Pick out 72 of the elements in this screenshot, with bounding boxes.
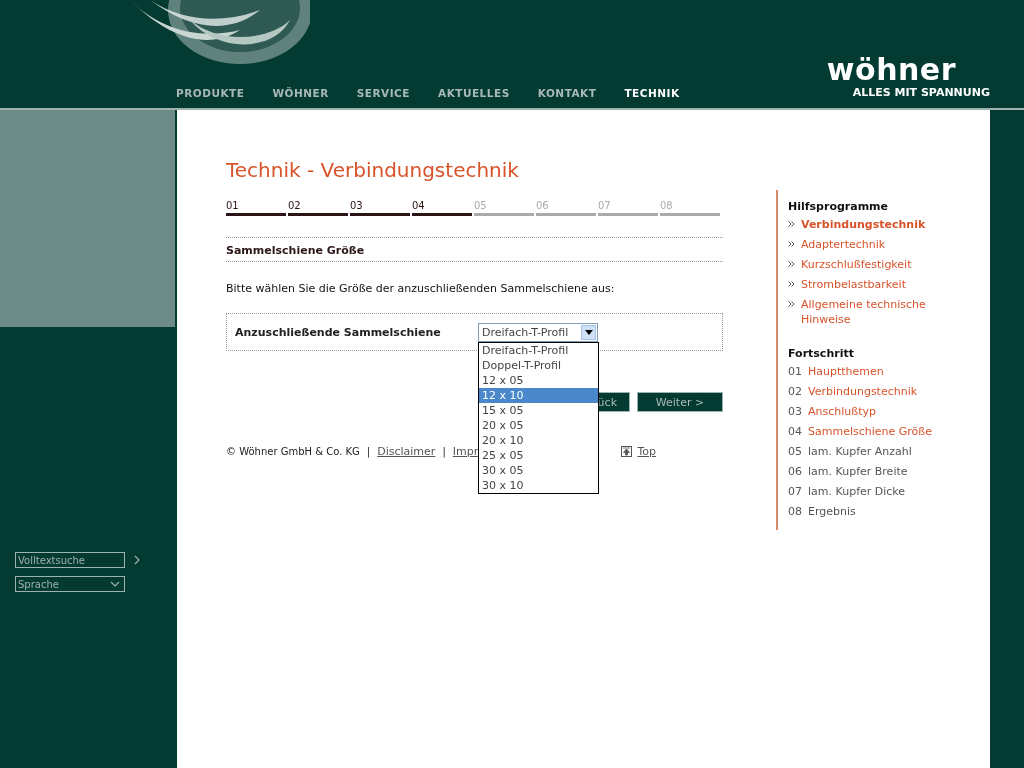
- progress-step[interactable]: Ergebnis: [808, 504, 856, 519]
- logo-wordmark[interactable]: wöhner: [826, 54, 956, 86]
- double-chevron-icon: [788, 221, 795, 227]
- dropdown-option[interactable]: 30 x 05: [479, 462, 598, 478]
- dropdown-option[interactable]: 12 x 05: [479, 372, 598, 388]
- step-number: 08: [788, 504, 802, 519]
- progress-step[interactable]: Anschlußtyp: [808, 404, 876, 419]
- dropdown-option[interactable]: 20 x 05: [479, 417, 598, 433]
- next-button[interactable]: Weiter >: [637, 392, 723, 412]
- field-label: Anzuschließende Sammelschiene: [235, 325, 442, 339]
- progress-step[interactable]: lam. Kupfer Anzahl: [808, 444, 912, 459]
- dropdown-option[interactable]: Dreifach-T-Profil: [479, 342, 598, 358]
- footer-separator: |: [366, 446, 371, 457]
- double-chevron-icon: [788, 301, 795, 307]
- top-link[interactable]: Top: [637, 445, 656, 458]
- footer-separator: |: [442, 446, 446, 457]
- up-arrow-icon[interactable]: [621, 446, 633, 457]
- progress-step[interactable]: Hauptthemen: [808, 364, 884, 379]
- nav-link[interactable]: SERVICE: [356, 87, 410, 99]
- step-indicator: 04: [412, 200, 472, 216]
- sidebar-heading: Hilfsprogramme: [788, 200, 890, 213]
- footer-link[interactable]: Impr: [452, 445, 479, 458]
- sidebar-link[interactable]: Adaptertechnik: [801, 237, 941, 252]
- logo-tagline: ALLES MIT SPANNUNG: [852, 86, 990, 100]
- progress-step[interactable]: Verbindungstechnik: [808, 384, 918, 399]
- step-indicator: 08: [660, 200, 720, 216]
- step-indicator: 05: [474, 200, 534, 216]
- instruction-text: Bitte wählen Sie die Größe der anzuschließenden Sammelschiene aus:: [226, 282, 616, 295]
- dropdown-option[interactable]: Doppel-T-Profil: [479, 357, 598, 373]
- step-number: 06: [788, 464, 802, 479]
- step-number: 05: [788, 444, 802, 459]
- sidebar-link[interactable]: Verbindungstechnik: [801, 217, 941, 232]
- step-number: 03: [788, 404, 802, 419]
- copyright-text: © Wöhner GmbH & Co. KG: [226, 446, 360, 457]
- nav-link[interactable]: AKTUELLES: [438, 87, 510, 99]
- profile-select[interactable]: Dreifach-T-Profil: [478, 322, 598, 342]
- sidebar-link[interactable]: Kurzschlußfestigkeit: [801, 257, 941, 272]
- section-heading: Sammelschiene Größe: [226, 237, 723, 262]
- dropdown-option[interactable]: 12 x 10: [479, 387, 598, 403]
- progress-step[interactable]: Sammelschiene Größe: [808, 424, 933, 439]
- progress-step[interactable]: lam. Kupfer Breite: [808, 464, 908, 479]
- progress-step[interactable]: lam. Kupfer Dicke: [808, 484, 906, 499]
- sidebar-link[interactable]: Strombelastbarkeit: [801, 277, 941, 292]
- sidebar-link[interactable]: Allgemeine technische Hinweise: [801, 297, 941, 327]
- step-indicator: 01: [226, 200, 286, 216]
- dropdown-option[interactable]: 30 x 10: [479, 477, 598, 493]
- page-title: Technik - Verbindungstechnik: [226, 158, 520, 182]
- sidebar-heading: Fortschritt: [788, 347, 855, 360]
- nav-link[interactable]: WÖHNER: [272, 87, 329, 99]
- step-number: 04: [788, 424, 802, 439]
- dropdown-option[interactable]: 25 x 05: [479, 447, 598, 463]
- nav-link[interactable]: PRODUKTE: [176, 87, 245, 99]
- search-field[interactable]: Volltextsuche: [15, 552, 125, 568]
- nav-link[interactable]: TECHNIK: [624, 87, 680, 99]
- double-chevron-icon: [788, 241, 795, 247]
- step-number: 02: [788, 384, 802, 399]
- nav-link[interactable]: KONTAKT: [537, 87, 597, 99]
- step-indicator: 07: [598, 200, 658, 216]
- step-indicator: 03: [350, 200, 410, 216]
- double-chevron-icon: [788, 261, 795, 267]
- step-number: 01: [788, 364, 802, 379]
- footer-link[interactable]: Disclaimer: [377, 445, 436, 458]
- step-number: 07: [788, 484, 802, 499]
- dropdown-option[interactable]: 20 x 10: [479, 432, 598, 448]
- chevron-right-icon[interactable]: [133, 555, 141, 565]
- step-indicator: 06: [536, 200, 596, 216]
- language-select[interactable]: Sprache: [15, 576, 125, 592]
- dropdown-option[interactable]: 15 x 05: [479, 402, 598, 418]
- chevron-down-icon: [110, 581, 120, 587]
- double-chevron-icon: [788, 281, 795, 287]
- step-indicator: 02: [288, 200, 348, 216]
- dropdown-arrow-icon: [584, 329, 593, 335]
